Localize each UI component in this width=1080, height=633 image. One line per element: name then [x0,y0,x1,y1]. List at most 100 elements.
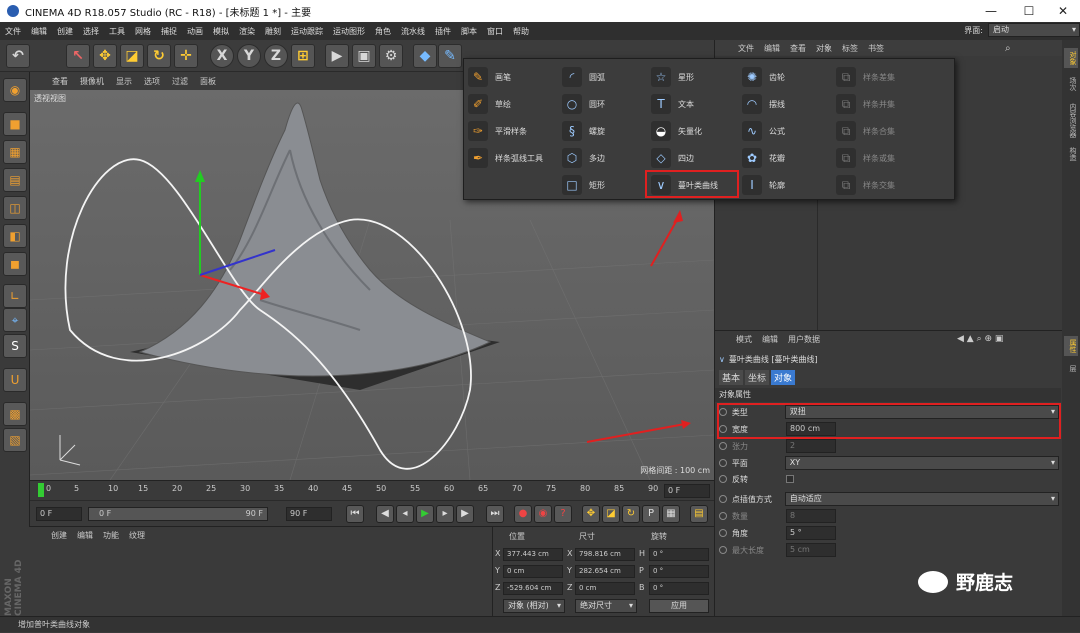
attr-menu-edit[interactable]: 编辑 [757,334,783,345]
recent-tool-icon[interactable]: ✛ [174,44,198,68]
palette-item-cycloid[interactable]: ◠ 摆线 [742,92,785,116]
viewport-menu-filter[interactable]: 过滤 [166,76,194,87]
attr-tab-object[interactable]: 对象 [771,370,796,385]
menu-motion-tracker[interactable]: 运动跟踪 [286,26,328,37]
menu-window[interactable]: 窗口 [482,26,508,37]
current-frame-marker[interactable] [38,483,44,497]
current-frame-field[interactable]: 0 F [664,484,710,498]
go-to-start-icon[interactable]: ⏮ [346,505,364,523]
texture-mode-icon[interactable]: ▦ [3,140,27,164]
palette-item-pen[interactable]: ✎ 画笔 [468,65,511,89]
render-picture-viewer-icon[interactable]: ▣ [352,44,376,68]
tab-takes[interactable]: 场次 [1064,74,1078,94]
coordinate-system-icon[interactable]: ⊞ [291,44,315,68]
rot-p-field[interactable]: 0 ° [649,565,709,578]
palette-item-rectangle[interactable]: □ 矩形 [562,173,605,197]
menu-help[interactable]: 帮助 [508,26,534,37]
rot-h-field[interactable]: 0 ° [649,548,709,561]
menu-animate[interactable]: 动画 [182,26,208,37]
viewport-menu-cameras[interactable]: 摄像机 [74,76,110,87]
pen-spline-icon[interactable]: ✎ [438,44,462,68]
workplane-icon[interactable]: ▤ [3,168,27,192]
move-icon[interactable]: ✥ [93,44,117,68]
menu-create[interactable]: 创建 [52,26,78,37]
menu-plugins[interactable]: 插件 [430,26,456,37]
viewport-menu-view[interactable]: 查看 [46,76,74,87]
palette-item-profile[interactable]: I 轮廓 [742,173,785,197]
tab-layers[interactable]: 层 [1064,362,1078,375]
close-button[interactable]: ✕ [1046,0,1080,22]
material-menu-texture[interactable]: 纹理 [124,530,150,541]
palette-item-vectorizer[interactable]: ◒ 矢量化 [651,119,702,143]
key-scale-icon[interactable]: ◪ [602,505,620,523]
palette-item-circle[interactable]: ○ 圆环 [562,92,605,116]
menu-tools[interactable]: 工具 [104,26,130,37]
object-menu-edit[interactable]: 编辑 [759,43,785,54]
tweak-mode-icon[interactable]: ⌖ [3,308,27,332]
palette-item-sketch[interactable]: ✐ 草绘 [468,92,511,116]
animate-dot-icon[interactable] [719,495,727,503]
palette-item-formula[interactable]: ∿ 公式 [742,119,785,143]
select-arrow-icon[interactable]: ↖ [66,44,90,68]
viewport-menu-panel[interactable]: 面板 [194,76,222,87]
palette-item-4side[interactable]: ◇ 四边 [651,146,694,170]
object-menu-tags[interactable]: 标签 [837,43,863,54]
key-pla-icon[interactable]: ▦ [662,505,680,523]
plane-dropdown[interactable]: XY [784,456,1059,470]
object-menu-view[interactable]: 查看 [785,43,811,54]
minimize-button[interactable]: — [974,0,1008,22]
palette-item-star[interactable]: ☆ 星形 [651,65,694,89]
object-menu-file[interactable]: 文件 [733,43,759,54]
viewport-menu-options[interactable]: 选项 [138,76,166,87]
menu-script[interactable]: 脚本 [456,26,482,37]
pos-z-field[interactable]: -529.604 cm [503,582,563,595]
tab-content-browser[interactable]: 内容浏览器 [1064,100,1078,141]
search-icon[interactable]: ⌕ [1005,43,1011,54]
attr-tab-basic[interactable]: 基本 [719,370,744,385]
animate-dot-icon[interactable] [719,459,727,467]
grid-snap-icon[interactable]: ▧ [3,428,27,452]
menu-snap[interactable]: 捕捉 [156,26,182,37]
previous-frame-icon[interactable]: ◂ [396,505,414,523]
menu-render[interactable]: 渲染 [234,26,260,37]
timeline-window-icon[interactable]: ▤ [690,505,708,523]
autokey-icon[interactable]: ◉ [534,505,552,523]
maximize-button[interactable]: ☐ [1012,0,1046,22]
tab-attributes[interactable]: 属性 [1064,336,1078,356]
attr-nav-icons[interactable]: ◀ ▲ ⌕ ⊕ ▣ [957,334,1003,344]
palette-item-text[interactable]: T 文本 [651,92,694,116]
key-parameter-icon[interactable]: P [642,505,660,523]
render-settings-icon[interactable]: ⚙ [379,44,403,68]
reverse-checkbox[interactable] [786,475,794,483]
end-frame-field[interactable]: 90 F [286,507,332,521]
palette-item-nside[interactable]: ⬡ 多边 [562,146,605,170]
palette-item-flower[interactable]: ✿ 花瓣 [742,146,785,170]
next-key-icon[interactable]: ▶ [456,505,474,523]
palette-item-arc[interactable]: ◜ 圆弧 [562,65,605,89]
key-position-icon[interactable]: ✥ [582,505,600,523]
make-editable-icon[interactable]: ◉ [3,78,27,102]
z-axis-lock-button[interactable]: Z [264,44,288,68]
attr-tab-coord[interactable]: 坐标 [745,370,770,385]
pos-y-field[interactable]: 0 cm [503,565,563,578]
menu-mesh[interactable]: 网格 [130,26,156,37]
pos-x-field[interactable]: 377.443 cm [503,548,563,561]
edges-mode-icon[interactable]: ◧ [3,224,27,248]
snapping-icon[interactable]: U [3,368,27,392]
model-mode-icon[interactable]: ■ [3,112,27,136]
size-x-field[interactable]: 798.816 cm [575,548,635,561]
palette-item-helix[interactable]: § 螺旋 [562,119,605,143]
next-frame-icon[interactable]: ▸ [436,505,454,523]
record-active-icon[interactable]: ● [514,505,532,523]
scale-icon[interactable]: ◪ [120,44,144,68]
object-menu-objects[interactable]: 对象 [811,43,837,54]
frame-range-slider[interactable]: 0 F 90 F [88,507,268,521]
key-rotation-icon[interactable]: ↻ [622,505,640,523]
angle-field[interactable]: 5 ° [786,526,836,540]
undo-icon[interactable]: ↶ [6,44,30,68]
render-view-icon[interactable]: ▶ [325,44,349,68]
coordinate-mode-dropdown[interactable]: 对象 (相对) [503,599,565,613]
material-menu-edit[interactable]: 编辑 [72,530,98,541]
attr-menu-mode[interactable]: 模式 [731,334,757,345]
object-menu-bookmarks[interactable]: 书签 [863,43,889,54]
